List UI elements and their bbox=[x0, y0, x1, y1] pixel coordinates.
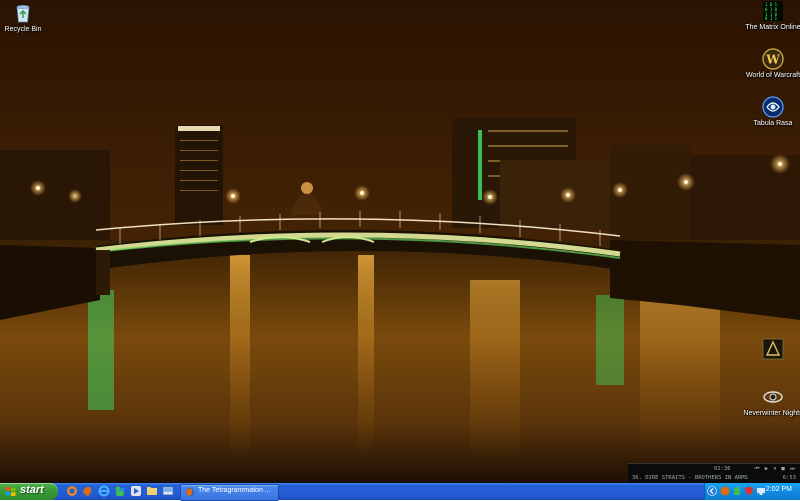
desktop-icon-neverwinter-nights[interactable]: Neverwinter Nights bbox=[738, 386, 800, 418]
start-button[interactable]: start bbox=[0, 483, 58, 500]
desktop-icon-label: Neverwinter Nights bbox=[743, 410, 800, 417]
firefox-tray-icon[interactable] bbox=[720, 486, 730, 496]
tabula-rasa-icon bbox=[762, 96, 784, 118]
media-icon[interactable] bbox=[130, 485, 142, 497]
desktop-icon-game-shortcut[interactable] bbox=[738, 338, 800, 360]
expand-tray-icon[interactable] bbox=[707, 486, 717, 496]
media-player-bottom-row: 36. DIRE STRAITS - BROTHERS IN ARMS 6:53 bbox=[632, 475, 796, 482]
start-label: start bbox=[20, 484, 44, 496]
desktop-icon-tabula-rasa[interactable]: Tabula Rasa bbox=[738, 96, 800, 128]
windows-logo-icon bbox=[5, 486, 16, 497]
taskbar-window-title: The Tetragrammaton ... bbox=[198, 487, 271, 494]
folder-icon[interactable] bbox=[146, 485, 158, 497]
desktop-wallpaper bbox=[0, 0, 800, 483]
desktop-icon-world-of-warcraft[interactable]: W World of Warcraft bbox=[738, 48, 800, 80]
firefox-window-icon bbox=[185, 487, 195, 497]
media-player-widget[interactable]: 02:36 ⏮ ▶ ⏸ ■ ⏭ 36. DIRE STRAITS - BROTH… bbox=[628, 463, 800, 484]
media-time: 02:36 bbox=[714, 466, 731, 472]
recycle-bin-icon bbox=[16, 5, 30, 23]
taskbar: start The Tetragrammaton ... 2:02 PM bbox=[0, 483, 800, 501]
game-shortcut-icon bbox=[762, 338, 784, 360]
messenger-icon[interactable] bbox=[114, 485, 126, 497]
svg-text:0 1 1: 0 1 1 bbox=[765, 16, 778, 21]
browser-icon[interactable] bbox=[66, 485, 78, 497]
firefox-icon[interactable] bbox=[82, 485, 94, 497]
desktop-icon-matrix-online[interactable]: 1 0 10 1 01 1 00 1 1 The Matrix Online bbox=[738, 0, 800, 32]
system-tray: 2:02 PM bbox=[704, 483, 800, 500]
shield-tray-icon[interactable] bbox=[744, 486, 754, 496]
desktop-icon-recycle-bin[interactable]: Recycle Bin bbox=[0, 2, 58, 34]
messenger-tray-icon[interactable] bbox=[732, 486, 742, 496]
media-player-top-row: 02:36 ⏮ ▶ ⏸ ■ ⏭ bbox=[632, 466, 796, 473]
ie-icon[interactable] bbox=[98, 485, 110, 497]
warcraft-icon: W bbox=[762, 48, 784, 70]
taskbar-clock[interactable]: 2:02 PM bbox=[766, 486, 792, 493]
media-elapsed: 6:53 bbox=[782, 475, 796, 481]
neverwinter-icon bbox=[763, 391, 783, 403]
desktop-icon-label: World of Warcraft bbox=[745, 72, 800, 79]
matrix-icon: 1 0 10 1 01 1 00 1 1 bbox=[763, 1, 783, 21]
taskbar-window-button[interactable]: The Tetragrammaton ... bbox=[180, 484, 279, 501]
desktop-icon-label: Recycle Bin bbox=[4, 26, 42, 33]
media-controls[interactable]: ⏮ ▶ ⏸ ■ ⏭ bbox=[754, 466, 796, 473]
svg-text:W: W bbox=[765, 53, 780, 67]
wallpaper-night-bridge-image bbox=[0, 0, 800, 483]
desktop-icon-label: Tabula Rasa bbox=[753, 120, 793, 127]
desktop-icon-label: The Matrix Online bbox=[745, 24, 800, 31]
network-tray-icon[interactable] bbox=[756, 486, 766, 496]
show-desktop-icon[interactable] bbox=[162, 485, 174, 497]
media-track-title: 36. DIRE STRAITS - BROTHERS IN ARMS bbox=[632, 475, 748, 481]
